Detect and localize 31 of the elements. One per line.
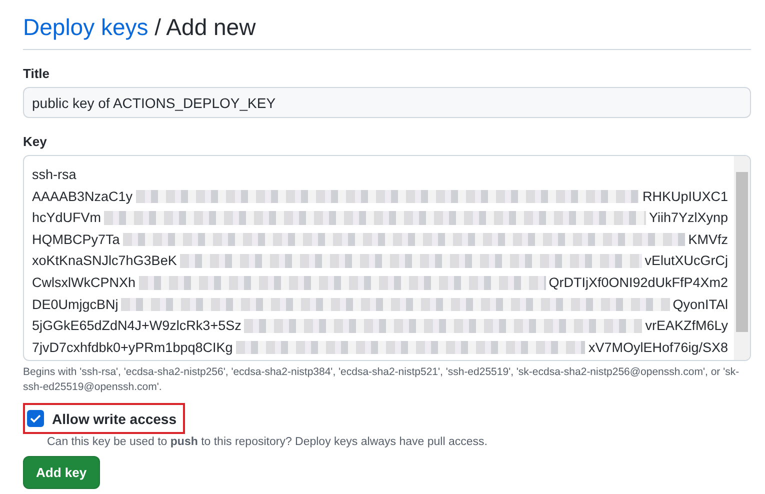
key-text: Yiih7YzlXynp xyxy=(648,209,728,228)
key-text: 5jGGkE65dZdN4J+W9zlcRk3+5Sz xyxy=(32,317,242,336)
scrollbar[interactable] xyxy=(734,156,750,360)
key-text: ssh-rsa xyxy=(32,166,76,184)
add-key-button[interactable]: Add key xyxy=(23,456,100,489)
key-text: HQMBCPy7Ta xyxy=(32,230,120,249)
checkbox[interactable] xyxy=(27,410,44,427)
key-text: AAAAB3NzaC1y xyxy=(32,188,133,206)
scrollbar-thumb[interactable] xyxy=(736,172,748,332)
key-text: vrEAKZfM6Ly xyxy=(645,317,728,336)
key-text: KMVfz xyxy=(688,230,728,249)
key-text: QrDTIjXf0ONI92dUkFfP4Xm2 xyxy=(548,274,728,292)
key-text: DE0UmjgcBNj xyxy=(32,296,118,314)
heading-text: / Add new xyxy=(154,14,256,41)
key-textarea[interactable] xyxy=(23,155,751,361)
title-input[interactable]: public key of ACTIONS_DEPLOY_KEY xyxy=(23,87,751,118)
key-text: hcYdUFVm xyxy=(32,209,102,228)
key-text: CwlsxlWkCPNXh xyxy=(32,274,136,292)
key-text: 7jvD7cxhfdbk0+yPRm1bpq8CIKg xyxy=(32,338,233,357)
deploy-keys-link[interactable]: Deploy keys xyxy=(23,14,148,41)
key-text: QyonITAl xyxy=(672,296,728,314)
key-text: xV7MOylEHof76ig/SX8 xyxy=(588,338,728,357)
key-text: vElutXUcGrCj xyxy=(644,252,728,270)
title-label: Title xyxy=(23,66,50,81)
key-text: xoKtKnaSNJlc7hG3BeK xyxy=(32,252,177,270)
checkmark-icon xyxy=(30,414,41,423)
checkbox-label[interactable]: Allow write access xyxy=(52,410,177,426)
key-text: RHKUpIUXC1 xyxy=(642,188,728,206)
key-help-text: Begins with 'ssh-rsa', 'ecdsa-sha2-nistp256', 'ecdsa-sha2-nistp384', 'ecdsa-sha2-nistp521', 'ssh-ed25519', 'sk-ecdsa-sha2-nistp256@openssh.com', or 'sk-ssh-ed25519@openssh.com'. xyxy=(23,365,740,395)
checkbox-hint: Can this key be used to push to this repository? Deploy keys always have pull access. xyxy=(47,436,488,448)
key-label: Key xyxy=(23,134,48,149)
